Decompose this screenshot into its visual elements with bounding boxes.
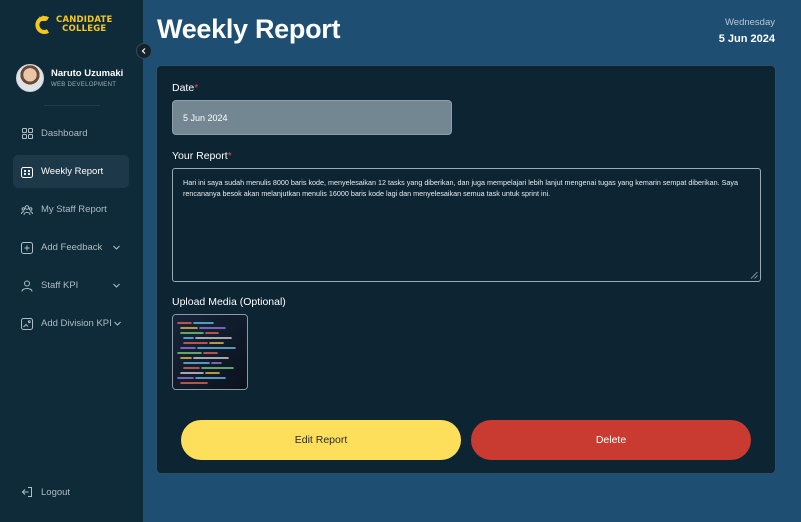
image-add-icon <box>21 317 33 330</box>
plus-square-icon <box>21 241 33 254</box>
sidebar-nav: Dashboard Weekly Report My Staff Report <box>13 117 129 345</box>
current-date: 5 Jun 2024 <box>718 33 775 45</box>
sidebar-item-staff-kpi[interactable]: Staff KPI <box>13 269 129 302</box>
sidebar-item-weekly-report[interactable]: Weekly Report <box>13 155 129 188</box>
date-label: Date* <box>172 82 198 94</box>
upload-media-label: Upload Media (Optional) <box>172 296 286 308</box>
sidebar: CANDIDATE COLLEGE Naruto Uzumaki WEB DEV… <box>0 0 143 522</box>
media-thumbnail[interactable] <box>172 314 248 390</box>
calendar-icon <box>21 166 33 178</box>
sidebar-item-add-feedback[interactable]: Add Feedback <box>13 231 129 264</box>
logout-icon <box>21 487 32 497</box>
brand-name: CANDIDATE COLLEGE <box>56 16 113 34</box>
grid-icon <box>21 128 33 140</box>
sidebar-item-my-staff-report[interactable]: My Staff Report <box>13 193 129 226</box>
sidebar-item-label: Dashboard <box>41 128 88 139</box>
sidebar-item-add-division-kpi[interactable]: Add Division KPI <box>13 307 129 340</box>
sidebar-item-label: Add Feedback <box>41 242 103 253</box>
report-text: Hari ini saya sudah menulis 8000 baris k… <box>183 178 738 198</box>
sidebar-collapse-button[interactable] <box>136 43 152 59</box>
sidebar-item-label: Weekly Report <box>41 166 104 177</box>
user-profile[interactable]: Naruto Uzumaki WEB DEVELOPMENT <box>16 64 123 92</box>
date-label-text: Date <box>172 82 195 94</box>
required-mark: * <box>194 82 199 94</box>
chevron-down-icon[interactable] <box>112 243 121 252</box>
avatar <box>16 64 44 92</box>
logout-label: Logout <box>41 486 71 498</box>
sidebar-item-label: Add Division KPI <box>41 318 112 329</box>
current-day: Wednesday <box>725 17 775 28</box>
user-role: WEB DEVELOPMENT <box>51 82 117 88</box>
sidebar-item-label: Staff KPI <box>41 280 79 291</box>
profile-divider <box>44 105 100 106</box>
report-label-text: Your Report <box>172 150 228 162</box>
required-mark: * <box>227 150 232 162</box>
chevron-down-icon[interactable] <box>112 281 121 290</box>
logout-button[interactable]: Logout <box>21 486 70 498</box>
sidebar-item-dashboard[interactable]: Dashboard <box>13 117 129 150</box>
chevron-left-icon <box>141 48 146 54</box>
brand-line-2: COLLEGE <box>62 24 107 34</box>
date-field[interactable]: 5 Jun 2024 <box>172 100 452 135</box>
resize-handle-icon[interactable] <box>750 271 758 279</box>
delete-button[interactable]: Delete <box>471 420 751 460</box>
brand-logo[interactable]: CANDIDATE COLLEGE <box>34 14 113 36</box>
edit-report-button[interactable]: Edit Report <box>181 420 461 460</box>
chevron-down-icon[interactable] <box>113 319 122 328</box>
sidebar-item-label: My Staff Report <box>41 204 107 215</box>
user-icon <box>21 280 33 292</box>
code-screenshot-image <box>173 315 247 389</box>
weekly-report-card: Date* 5 Jun 2024 Your Report* Hari ini s… <box>156 65 776 474</box>
report-label: Your Report* <box>172 150 232 162</box>
user-name: Naruto Uzumaki <box>51 68 124 79</box>
page-title: Weekly Report <box>157 14 341 44</box>
candidate-college-logo-icon <box>35 15 50 34</box>
date-field-value: 5 Jun 2024 <box>183 112 228 123</box>
report-textarea[interactable]: Hari ini saya sudah menulis 8000 baris k… <box>172 168 761 282</box>
team-icon <box>21 204 33 216</box>
